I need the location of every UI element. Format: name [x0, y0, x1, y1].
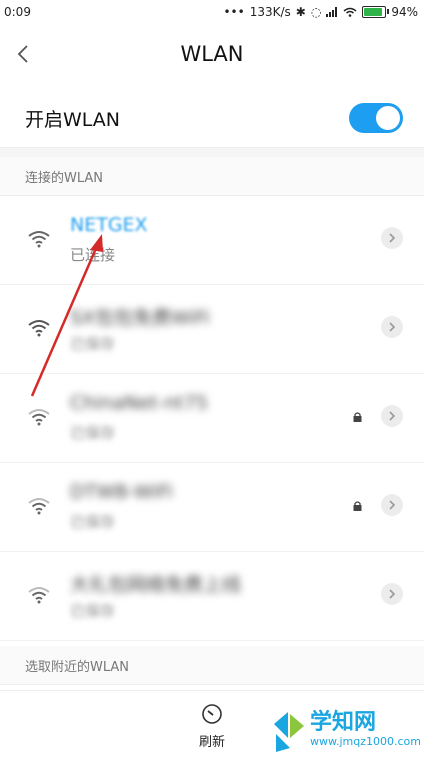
network-details-button[interactable] — [381, 227, 403, 249]
wifi-status-icon — [343, 7, 357, 17]
network-name: SX包包免费WiFi — [70, 307, 210, 329]
section-header-nearby: 选取附近的WLAN — [0, 646, 424, 685]
site-watermark: 学知网 www.jmqz1000.com — [268, 700, 424, 759]
lock-icon — [353, 501, 362, 511]
network-status: 已连接 — [70, 246, 116, 264]
watermark-url: www.jmqz1000.com — [310, 735, 421, 748]
network-name: 大礼包网络免费上线 — [70, 574, 242, 596]
network-details-button[interactable] — [381, 494, 403, 516]
status-bar: 0:09 ••• 133K/s ✱ ◌ 94% — [0, 0, 424, 26]
chevron-right-icon — [389, 411, 396, 421]
watermark-name: 学知网 — [310, 710, 377, 735]
network-status: 已保存 — [70, 602, 116, 620]
wlan-toggle-label: 开启WLAN — [25, 109, 121, 131]
section-label-nearby: 选取附近的WLAN — [25, 660, 130, 675]
network-status: 已保存 — [70, 424, 116, 442]
clock: 0:09 — [4, 5, 31, 19]
battery-icon — [362, 6, 390, 18]
battery-level: 94% — [391, 5, 418, 19]
network-row[interactable]: 大礼包网络免费上线 已保存 — [0, 552, 424, 641]
bluetooth-icon: ✱ — [295, 5, 306, 19]
wifi-signal-icon — [28, 587, 50, 604]
chevron-right-icon — [389, 589, 396, 599]
chevron-right-icon — [389, 322, 396, 332]
mute-icon: ◌ — [310, 5, 322, 19]
network-details-button[interactable] — [381, 583, 403, 605]
network-row[interactable]: ChinaNet-nt75 已保存 — [0, 374, 424, 463]
network-row[interactable]: SX包包免费WiFi 已保存 — [0, 285, 424, 374]
wifi-signal-icon — [28, 320, 50, 337]
wlan-toggle-row[interactable]: 开启WLAN — [0, 92, 424, 146]
section-label-connected: 连接的WLAN — [25, 171, 104, 186]
wlan-toggle-switch[interactable] — [349, 103, 403, 133]
lock-icon — [353, 412, 362, 422]
wifi-signal-icon — [28, 409, 50, 426]
section-header-connected: 连接的WLAN — [0, 157, 424, 196]
refresh-icon — [202, 704, 222, 724]
cellular-signal-icon — [326, 7, 338, 17]
watermark-logo-icon — [274, 712, 304, 752]
network-details-button[interactable] — [381, 316, 403, 338]
network-name: NETGEX — [70, 214, 148, 236]
refresh-label: 刷新 — [198, 735, 225, 750]
network-row[interactable]: DTWB-WiFi 已保存 — [0, 463, 424, 552]
more-icon: ••• — [223, 5, 245, 19]
title-bar: WLAN — [0, 26, 424, 84]
toggle-knob — [376, 106, 400, 130]
network-name: ChinaNet-nt75 — [70, 392, 209, 414]
network-speed: 133K/s — [249, 5, 291, 19]
network-status: 已保存 — [70, 513, 116, 531]
network-details-button[interactable] — [381, 405, 403, 427]
network-status: 已保存 — [70, 335, 116, 353]
page-title: WLAN — [180, 42, 244, 66]
network-row-connected[interactable]: NETGEX 已连接 — [0, 196, 424, 285]
chevron-right-icon — [389, 233, 396, 243]
wifi-signal-icon — [28, 498, 50, 515]
status-icons: ••• 133K/s ✱ ◌ 94% — [223, 5, 418, 19]
chevron-right-icon — [389, 500, 396, 510]
network-name: DTWB-WiFi — [70, 481, 173, 503]
wifi-signal-icon — [28, 231, 50, 248]
refresh-button[interactable]: 刷新 — [190, 703, 234, 750]
